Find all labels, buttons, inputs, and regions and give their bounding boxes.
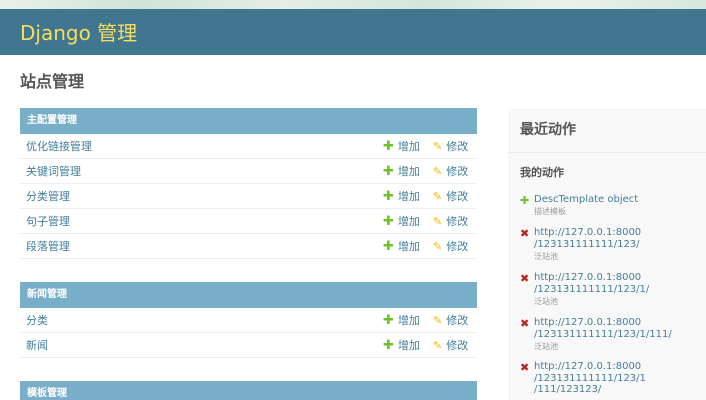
header-decoration-strip: [0, 0, 706, 9]
model-row: 句子管理 ✚ 增加 ✎ 修改: [20, 209, 477, 234]
my-actions-heading: 我的动作: [520, 166, 564, 179]
pencil-icon: ✎: [433, 339, 443, 352]
header: Django 管理: [0, 0, 706, 55]
recent-action-type: 泛站池: [534, 342, 558, 351]
recent-action-link[interactable]: http://127.0.0.1:8000 /123131111111/123/: [534, 227, 641, 250]
pencil-icon: ✎: [433, 190, 443, 203]
recent-action-type: 描述模板: [534, 207, 566, 216]
recent-action-link[interactable]: http://127.0.0.1:8000 /123131111111/123/…: [534, 361, 646, 396]
add-link[interactable]: ✚ 增加: [383, 333, 420, 358]
change-label: 修改: [446, 240, 469, 253]
recent-actions-title: 最近动作: [520, 122, 576, 138]
deletion-icon: ✖: [520, 272, 530, 285]
add-link[interactable]: ✚ 增加: [383, 234, 420, 259]
change-label: 修改: [446, 140, 469, 153]
model-row: 分类管理 ✚ 增加 ✎ 修改: [20, 184, 477, 209]
change-link[interactable]: ✎ 修改: [433, 234, 468, 259]
model-link[interactable]: 优化链接管理: [26, 134, 92, 159]
add-label: 增加: [397, 314, 420, 327]
model-link[interactable]: 关键词管理: [26, 159, 81, 184]
model-row: 关键词管理 ✚ 增加 ✎ 修改: [20, 159, 477, 184]
recent-action-type: 泛站池: [534, 252, 558, 261]
plus-icon: ✚: [383, 189, 394, 204]
module-caption[interactable]: 新闻管理: [20, 282, 477, 308]
change-label: 修改: [446, 339, 469, 352]
add-link[interactable]: ✚ 增加: [383, 184, 420, 209]
change-link[interactable]: ✎ 修改: [433, 159, 468, 184]
plus-icon: ✚: [383, 164, 394, 179]
site-branding-link[interactable]: Django 管理: [20, 20, 137, 46]
plus-icon: ✚: [383, 313, 394, 328]
add-link[interactable]: ✚ 增加: [383, 308, 420, 333]
change-link[interactable]: ✎ 修改: [433, 308, 468, 333]
recent-actions-panel: 最近动作 我的动作 ✚ DescTemplate object 描述模板 ✖ h…: [508, 108, 706, 400]
add-link[interactable]: ✚ 增加: [383, 159, 420, 184]
model-row: 段落管理 ✚ 增加 ✎ 修改: [20, 234, 477, 259]
add-link[interactable]: ✚ 增加: [383, 209, 420, 234]
change-link[interactable]: ✎ 修改: [433, 134, 468, 159]
change-link[interactable]: ✎ 修改: [433, 333, 468, 358]
change-link[interactable]: ✎ 修改: [433, 184, 468, 209]
addition-icon: ✚: [520, 194, 530, 207]
model-row: 分类 ✚ 增加 ✎ 修改: [20, 308, 477, 333]
plus-icon: ✚: [383, 338, 394, 353]
plus-icon: ✚: [383, 139, 394, 154]
app-module-news: 新闻管理 分类 ✚ 增加 ✎ 修改 新闻 ✚ 增加 ✎ 修改: [20, 282, 477, 358]
change-label: 修改: [446, 215, 469, 228]
pencil-icon: ✎: [433, 314, 443, 327]
add-label: 增加: [397, 215, 420, 228]
model-row: 优化链接管理 ✚ 增加 ✎ 修改: [20, 134, 477, 159]
pencil-icon: ✎: [433, 240, 443, 253]
add-label: 增加: [397, 140, 420, 153]
change-label: 修改: [446, 314, 469, 327]
add-label: 增加: [397, 339, 420, 352]
app-module-main-config: 主配置管理 优化链接管理 ✚ 增加 ✎ 修改 关键词管理 ✚ 增加 ✎ 修改 分类管理 …: [20, 108, 477, 259]
change-link[interactable]: ✎ 修改: [433, 209, 468, 234]
pencil-icon: ✎: [433, 215, 443, 228]
add-label: 增加: [397, 165, 420, 178]
deletion-icon: ✖: [520, 317, 530, 330]
page-title: 站点管理: [20, 72, 85, 91]
recent-action-link[interactable]: http://127.0.0.1:8000 /123131111111/123/…: [534, 272, 649, 295]
add-label: 增加: [397, 190, 420, 203]
recent-action-type: 泛站池: [534, 297, 558, 306]
model-row: 新闻 ✚ 增加 ✎ 修改: [20, 333, 477, 358]
divider: [508, 152, 706, 153]
plus-icon: ✚: [383, 239, 394, 254]
pencil-icon: ✎: [433, 165, 443, 178]
deletion-icon: ✖: [520, 227, 530, 240]
pencil-icon: ✎: [433, 140, 443, 153]
plus-icon: ✚: [383, 214, 394, 229]
change-label: 修改: [446, 165, 469, 178]
recent-action-link[interactable]: http://127.0.0.1:8000 /123131111111/123/…: [534, 317, 672, 340]
model-link[interactable]: 句子管理: [26, 209, 70, 234]
add-label: 增加: [397, 240, 420, 253]
add-link[interactable]: ✚ 增加: [383, 134, 420, 159]
model-link[interactable]: 分类管理: [26, 184, 70, 209]
model-link[interactable]: 新闻: [26, 333, 48, 358]
model-link[interactable]: 分类: [26, 308, 48, 333]
app-module-templates: 模板管理: [20, 381, 477, 400]
change-label: 修改: [446, 190, 469, 203]
model-link[interactable]: 段落管理: [26, 234, 70, 259]
module-caption[interactable]: 主配置管理: [20, 108, 477, 134]
deletion-icon: ✖: [520, 361, 530, 374]
recent-action-link[interactable]: DescTemplate object: [534, 194, 638, 206]
module-caption[interactable]: 模板管理: [20, 381, 477, 400]
